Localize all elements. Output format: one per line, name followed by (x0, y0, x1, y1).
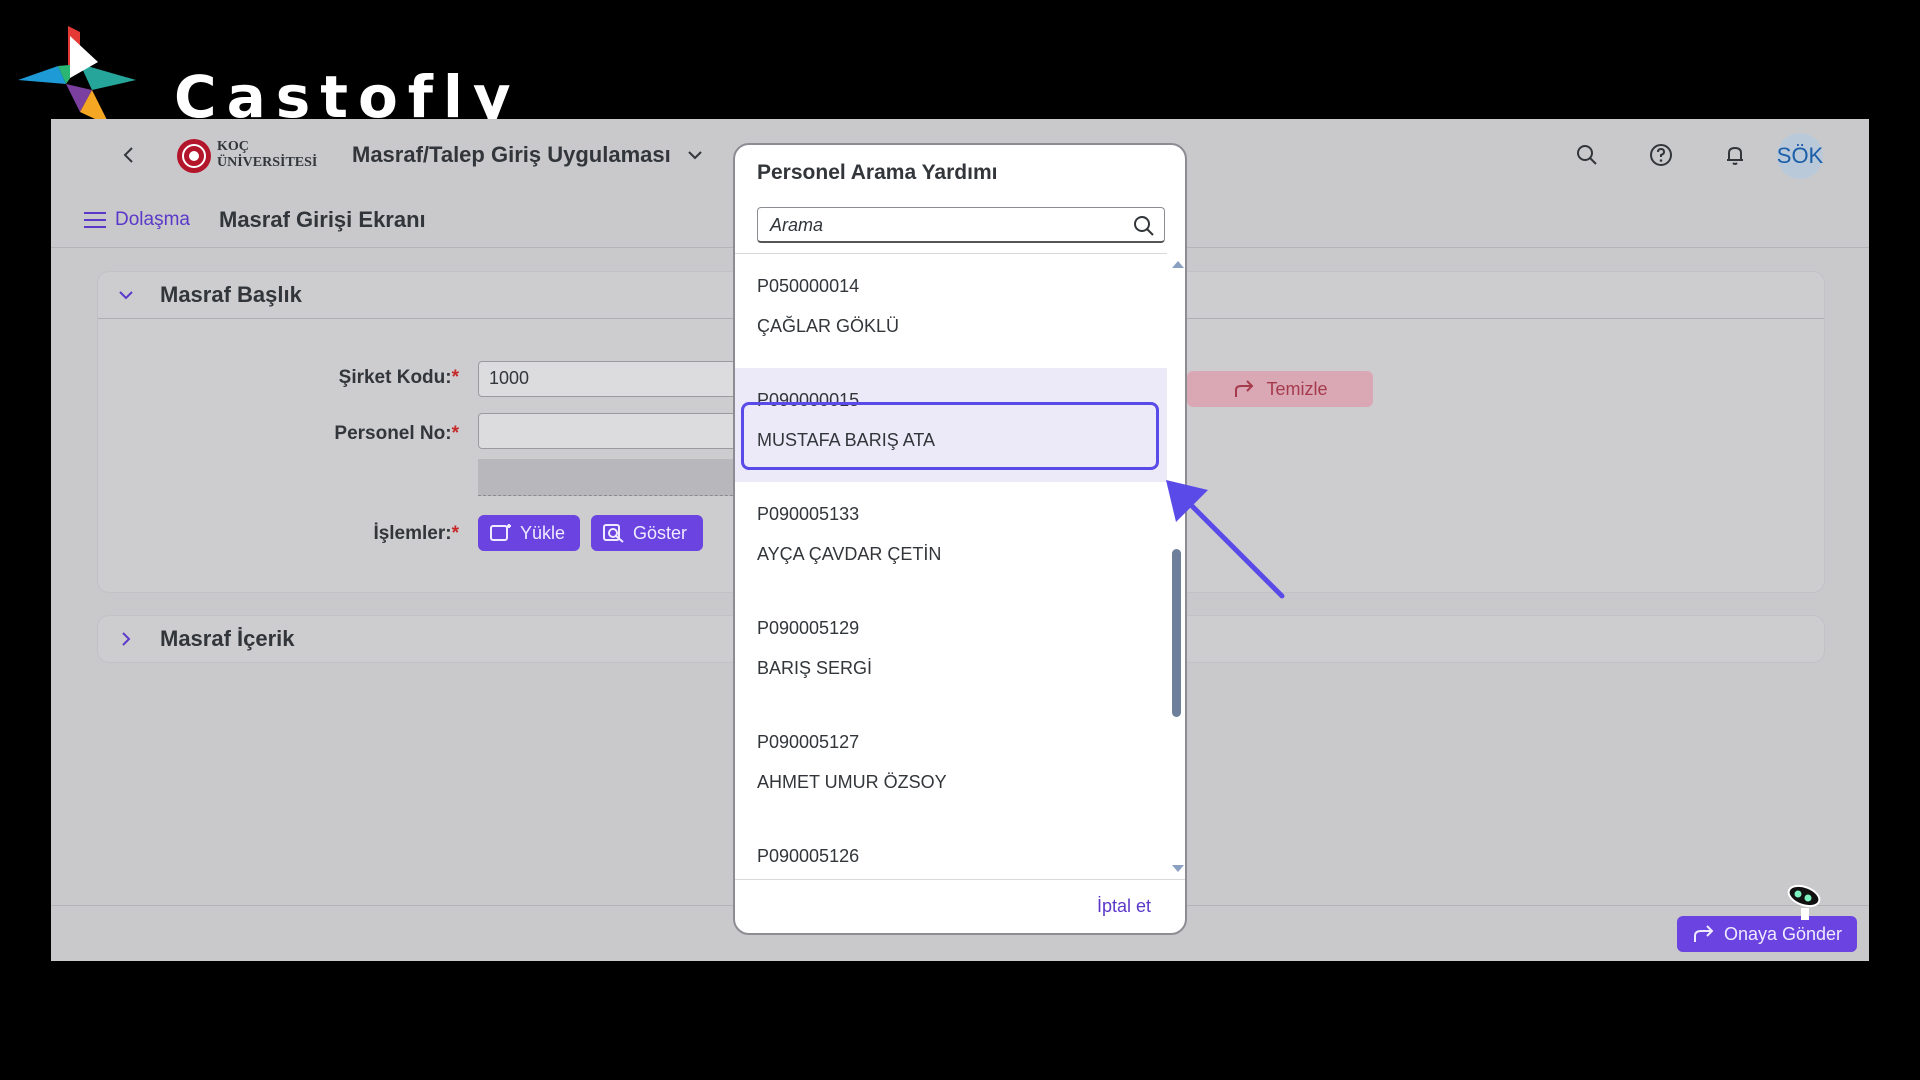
item-id: P090005129 (757, 618, 860, 638)
back-button[interactable] (115, 141, 143, 169)
dialog-title: Personel Arama Yardımı (757, 161, 998, 184)
logo-line-1: KOÇ (217, 139, 249, 154)
item-name: BARIŞ SERGİ (757, 658, 873, 678)
approve-label: Onaya Gönder (1723, 923, 1843, 944)
required-mark: * (451, 423, 459, 444)
chevron-right-icon (122, 632, 131, 646)
personnel-no-input[interactable] (478, 413, 748, 449)
upload-file-icon (490, 524, 511, 541)
operations-label: İşlemler:* (373, 523, 459, 544)
upload-button[interactable]: Yükle (478, 515, 580, 551)
list-item[interactable]: P090005129 BARIŞ SERGİ (735, 596, 1167, 710)
chevron-down-icon[interactable] (685, 145, 705, 165)
item-name: AHMET UMUR ÖZSOY (757, 772, 947, 792)
dialog-search-input[interactable]: Arama (770, 215, 823, 236)
item-id: P090005133 (757, 504, 860, 524)
submit-for-approval-button[interactable]: Onaya Gönder (1677, 916, 1857, 952)
navigation-label: Dolaşma (115, 209, 190, 230)
cancel-button[interactable]: İptal et (1097, 896, 1151, 917)
list-item[interactable]: P050000014 ÇAĞLAR GÖKLÜ (735, 254, 1167, 368)
dialog-search-field[interactable]: Arama (757, 207, 1165, 243)
annotation-arrow-icon (1166, 480, 1285, 599)
notifications-button[interactable] (1721, 141, 1749, 169)
assistant-bot-icon[interactable] (1784, 882, 1824, 922)
list-item[interactable]: P090005126 (735, 824, 1167, 880)
koc-university-logo: KOÇ ÜNİVERSİTESİ (175, 137, 318, 175)
personnel-search-dialog: Personel Arama Yardımı Arama P050000014 … (733, 143, 1187, 935)
item-name: AYÇA ÇAVDAR ÇETİN (757, 544, 942, 564)
clear-button[interactable]: Temizle (1187, 371, 1373, 407)
personnel-name-display (478, 459, 748, 496)
koc-seal-icon (177, 139, 211, 173)
scroll-up-arrow-icon[interactable] (1172, 261, 1184, 268)
show-label: Göster (633, 522, 688, 543)
castofly-logo-icon (18, 26, 136, 126)
chevron-down-icon (119, 291, 133, 300)
selection-highlight (741, 402, 1159, 470)
navigation-menu-button[interactable]: Dolaşma (83, 209, 190, 231)
app-title[interactable]: Masraf/Talep Giriş Uygulaması (352, 141, 671, 169)
share-arrow-icon (1693, 925, 1714, 942)
bell-icon (1727, 146, 1743, 165)
expense-content-title: Masraf İçerik (160, 626, 295, 651)
clear-label: Temizle (1266, 378, 1328, 399)
show-button[interactable]: Göster (591, 515, 703, 551)
search-icon[interactable] (1132, 214, 1156, 238)
item-name: ÇAĞLAR GÖKLÜ (757, 316, 900, 336)
logo-line-2: ÜNİVERSİTESİ (217, 155, 318, 170)
search-button[interactable] (1573, 141, 1601, 169)
hamburger-menu-icon (84, 212, 106, 228)
expense-header-title: Masraf Başlık (160, 282, 302, 307)
chevron-left-icon (123, 147, 133, 163)
personnel-no-label: Personel No:* (334, 423, 459, 444)
list-item[interactable]: P090005127 AHMET UMUR ÖZSOY (735, 710, 1167, 824)
castofly-brand: Castofly (18, 18, 511, 131)
preview-icon (603, 524, 624, 543)
dialog-footer: İptal et (735, 879, 1185, 933)
item-id: P090005126 (757, 846, 860, 866)
item-id: P050000014 (757, 276, 860, 296)
user-avatar[interactable]: SÖK (1777, 133, 1823, 179)
upload-label: Yükle (520, 522, 566, 543)
list-item-selected[interactable]: P090000015 MUSTAFA BARIŞ ATA (735, 368, 1167, 482)
help-icon (1650, 144, 1672, 166)
page-title: Masraf Girişi Ekranı (219, 207, 426, 232)
list-item[interactable]: P090005133 AYÇA ÇAVDAR ÇETİN (735, 482, 1167, 596)
company-code-input[interactable]: 1000 (478, 361, 748, 397)
help-button[interactable] (1647, 141, 1675, 169)
required-mark: * (451, 523, 459, 544)
company-code-label: Şirket Kodu:* (338, 367, 459, 388)
scroll-down-arrow-icon[interactable] (1172, 865, 1184, 872)
search-icon (1577, 145, 1597, 165)
required-mark: * (451, 367, 459, 388)
item-id: P090005127 (757, 732, 860, 752)
redo-arrow-icon (1235, 380, 1254, 397)
personnel-list[interactable]: P050000014 ÇAĞLAR GÖKLÜ P090000015 MUSTA… (735, 253, 1167, 880)
